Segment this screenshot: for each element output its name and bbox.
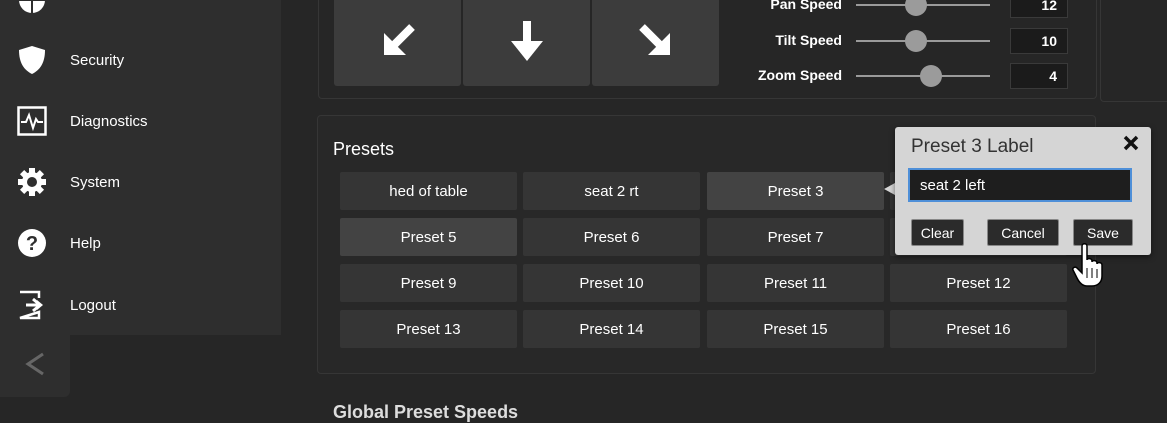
- preset-label-input[interactable]: [908, 168, 1132, 202]
- zoom-speed-label: Zoom Speed: [757, 67, 842, 83]
- pan-speed-row: Pan Speed 12: [700, 0, 1075, 18]
- tilt-speed-value[interactable]: 10: [1010, 28, 1068, 54]
- arrow-down-right-icon: [634, 19, 678, 68]
- sidebar-collapse-button[interactable]: [0, 335, 70, 397]
- help-icon: ?: [17, 228, 47, 258]
- preset-button-11[interactable]: Preset 11: [707, 264, 884, 302]
- hand-cursor-icon: [1070, 242, 1110, 290]
- arrow-down-left-icon: [376, 19, 420, 68]
- sidebar: Security Diagnostics System ? Help Logou…: [0, 0, 281, 335]
- cancel-button[interactable]: Cancel: [987, 219, 1059, 246]
- preset-button-15[interactable]: Preset 15: [707, 310, 884, 348]
- sidebar-item-label: Logout: [70, 296, 116, 314]
- pan-down-button[interactable]: [463, 0, 590, 86]
- sidebar-item-label: System: [70, 173, 121, 191]
- clear-button[interactable]: Clear: [911, 219, 964, 246]
- preset-button-1[interactable]: hed of table: [340, 172, 517, 210]
- side-panel: [1100, 0, 1167, 102]
- preset-label-popup: Preset 3 Label Clear Cancel Save: [895, 127, 1151, 255]
- shield-icon: [17, 45, 47, 75]
- sidebar-item-logout[interactable]: Logout: [0, 275, 281, 335]
- preset-button-13[interactable]: Preset 13: [340, 310, 517, 348]
- sidebar-item-security[interactable]: Security: [0, 30, 281, 90]
- pan-speed-value[interactable]: 12: [1010, 0, 1068, 18]
- svg-text:?: ?: [26, 233, 38, 255]
- global-preset-speeds-title: Global Preset Speeds: [333, 402, 519, 422]
- preset-button-10[interactable]: Preset 10: [523, 264, 700, 302]
- pulse-icon: [17, 106, 47, 136]
- popup-title: Preset 3 Label: [911, 136, 1034, 157]
- sidebar-item-label: Security: [70, 51, 125, 69]
- pan-speed-slider-knob[interactable]: [905, 0, 927, 16]
- preset-button-3[interactable]: Preset 3: [707, 172, 884, 210]
- popup-pointer: [884, 183, 895, 195]
- zoom-speed-value[interactable]: 4: [1010, 63, 1068, 89]
- sidebar-item-system[interactable]: System: [0, 152, 281, 212]
- sidebar-item-diagnostics[interactable]: Diagnostics: [0, 91, 281, 151]
- preset-button-6[interactable]: Preset 6: [523, 218, 700, 256]
- zoom-speed-row: Zoom Speed 4: [700, 63, 1075, 89]
- arrow-down-icon: [505, 17, 549, 70]
- sidebar-item-help[interactable]: ? Help: [0, 213, 281, 273]
- preset-button-5[interactable]: Preset 5: [340, 218, 517, 256]
- close-icon[interactable]: [1123, 135, 1139, 151]
- preset-button-12[interactable]: Preset 12: [890, 264, 1067, 302]
- preset-button-16[interactable]: Preset 16: [890, 310, 1067, 348]
- sidebar-item-label: Diagnostics: [70, 112, 148, 130]
- chevron-left-icon: [23, 351, 47, 382]
- tilt-speed-row: Tilt Speed 10: [700, 28, 1075, 54]
- globe-icon: [17, 0, 47, 15]
- logout-icon: [17, 290, 47, 320]
- preset-button-7[interactable]: Preset 7: [707, 218, 884, 256]
- zoom-speed-slider-knob[interactable]: [920, 65, 942, 87]
- preset-button-14[interactable]: Preset 14: [523, 310, 700, 348]
- pan-down-left-button[interactable]: [334, 0, 461, 86]
- tilt-speed-slider-knob[interactable]: [905, 30, 927, 52]
- sidebar-item-networking[interactable]: [0, 0, 281, 30]
- gear-icon: [17, 167, 47, 197]
- preset-button-2[interactable]: seat 2 rt: [523, 172, 700, 210]
- preset-button-9[interactable]: Preset 9: [340, 264, 517, 302]
- presets-title: Presets: [333, 139, 395, 159]
- tilt-speed-label: Tilt Speed: [775, 32, 842, 48]
- sidebar-item-label: Help: [70, 234, 101, 252]
- pan-speed-label: Pan Speed: [770, 0, 842, 12]
